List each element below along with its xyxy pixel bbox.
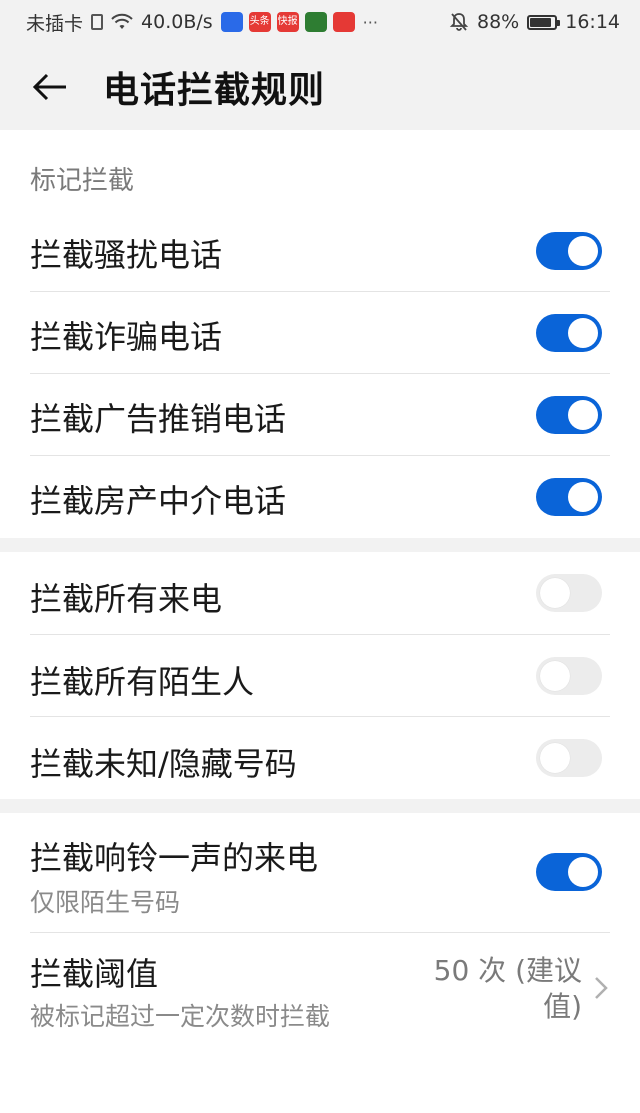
rule-label: 拦截所有来电: [30, 580, 223, 618]
clock: 16:14: [565, 11, 620, 33]
arrow-left-icon: [32, 73, 66, 101]
rule-label: 拦截阈值: [30, 955, 159, 993]
toggle-switch[interactable]: [536, 232, 602, 270]
rule-row-unknown-hidden[interactable]: 拦截未知/隐藏号码: [0, 717, 640, 799]
toggle-switch[interactable]: [536, 574, 602, 612]
rule-label: 拦截骚扰电话: [30, 236, 223, 274]
toutiao-icon: 头条: [248, 12, 271, 32]
battery-tip: [557, 19, 561, 26]
rule-sublabel: 被标记超过一定次数时拦截: [30, 1002, 331, 1031]
status-bar-right: 88% 16:14: [449, 11, 620, 33]
wifi-icon: [111, 13, 133, 29]
battery-percent: 88%: [477, 11, 520, 33]
rule-label: 拦截所有陌生人: [30, 663, 255, 701]
rule-label: 拦截房产中介电话: [30, 482, 287, 520]
toggle-switch[interactable]: [536, 657, 602, 695]
network-speed: 40.0B/s: [141, 11, 213, 33]
rule-row-all-calls[interactable]: 拦截所有来电: [0, 552, 640, 634]
red-app-icon: [332, 12, 355, 32]
toggle-switch[interactable]: [536, 314, 602, 352]
toggle-knob: [568, 236, 598, 266]
rule-row-real-estate[interactable]: 拦截房产中介电话: [0, 456, 640, 538]
bell-off-icon: [449, 13, 469, 31]
section-gap: [0, 538, 640, 552]
notification-icons: 头条 快报: [220, 12, 355, 32]
sim-icon: [91, 14, 104, 30]
rule-label: 拦截诈骗电话: [30, 318, 223, 356]
toggle-knob: [568, 482, 598, 512]
kuaibao-icon: 快报: [276, 12, 299, 32]
toggle-knob: [568, 400, 598, 430]
toggle-knob: [540, 661, 570, 691]
toggle-switch[interactable]: [536, 396, 602, 434]
rule-label: 拦截响铃一声的来电: [30, 839, 319, 877]
toggle-knob: [568, 318, 598, 348]
rule-row-strangers[interactable]: 拦截所有陌生人: [0, 635, 640, 717]
toggle-knob: [568, 857, 598, 887]
rule-label: 拦截广告推销电话: [30, 400, 287, 438]
more-notifications-icon: ···: [362, 12, 378, 32]
threshold-value-line: 值): [543, 990, 582, 1023]
toggle-knob: [540, 743, 570, 773]
carrier-text: 未插卡: [26, 12, 84, 35]
camera-app-icon: [304, 12, 327, 32]
rule-label: 拦截未知/隐藏号码: [30, 745, 297, 783]
toggle-switch[interactable]: [536, 739, 602, 777]
rule-row-harassment[interactable]: 拦截骚扰电话: [0, 210, 640, 292]
title-bar: 电话拦截规则: [0, 44, 640, 130]
rule-row-threshold[interactable]: 拦截阈值 被标记超过一定次数时拦截 50 次 (建议 值): [0, 933, 640, 1043]
status-bar-left: 未插卡 40.0B/s 头条 快报 ···: [26, 9, 378, 36]
baidu-icon: [220, 12, 243, 32]
threshold-value-line: 50 次 (建议: [433, 954, 582, 987]
toggle-knob: [540, 578, 570, 608]
battery-icon: [527, 14, 561, 30]
toggle-switch[interactable]: [536, 853, 602, 891]
chevron-right-icon: [595, 977, 608, 999]
battery-level-fill: [530, 17, 552, 27]
toggle-switch[interactable]: [536, 478, 602, 516]
threshold-value: 50 次 (建议 值): [412, 953, 582, 1025]
rule-row-advertising[interactable]: 拦截广告推销电话: [0, 374, 640, 456]
status-bar: 未插卡 40.0B/s 头条 快报 ··· 88% 16:14: [0, 0, 640, 44]
rule-row-ring-once[interactable]: 拦截响铃一声的来电 仅限陌生号码: [0, 813, 640, 933]
section-header-mark: 标记拦截: [30, 166, 135, 196]
rule-sublabel: 仅限陌生号码: [30, 888, 181, 917]
rule-row-fraud[interactable]: 拦截诈骗电话: [0, 292, 640, 374]
section-gap: [0, 799, 640, 813]
back-button[interactable]: [20, 57, 80, 117]
page-title: 电话拦截规则: [103, 70, 326, 111]
